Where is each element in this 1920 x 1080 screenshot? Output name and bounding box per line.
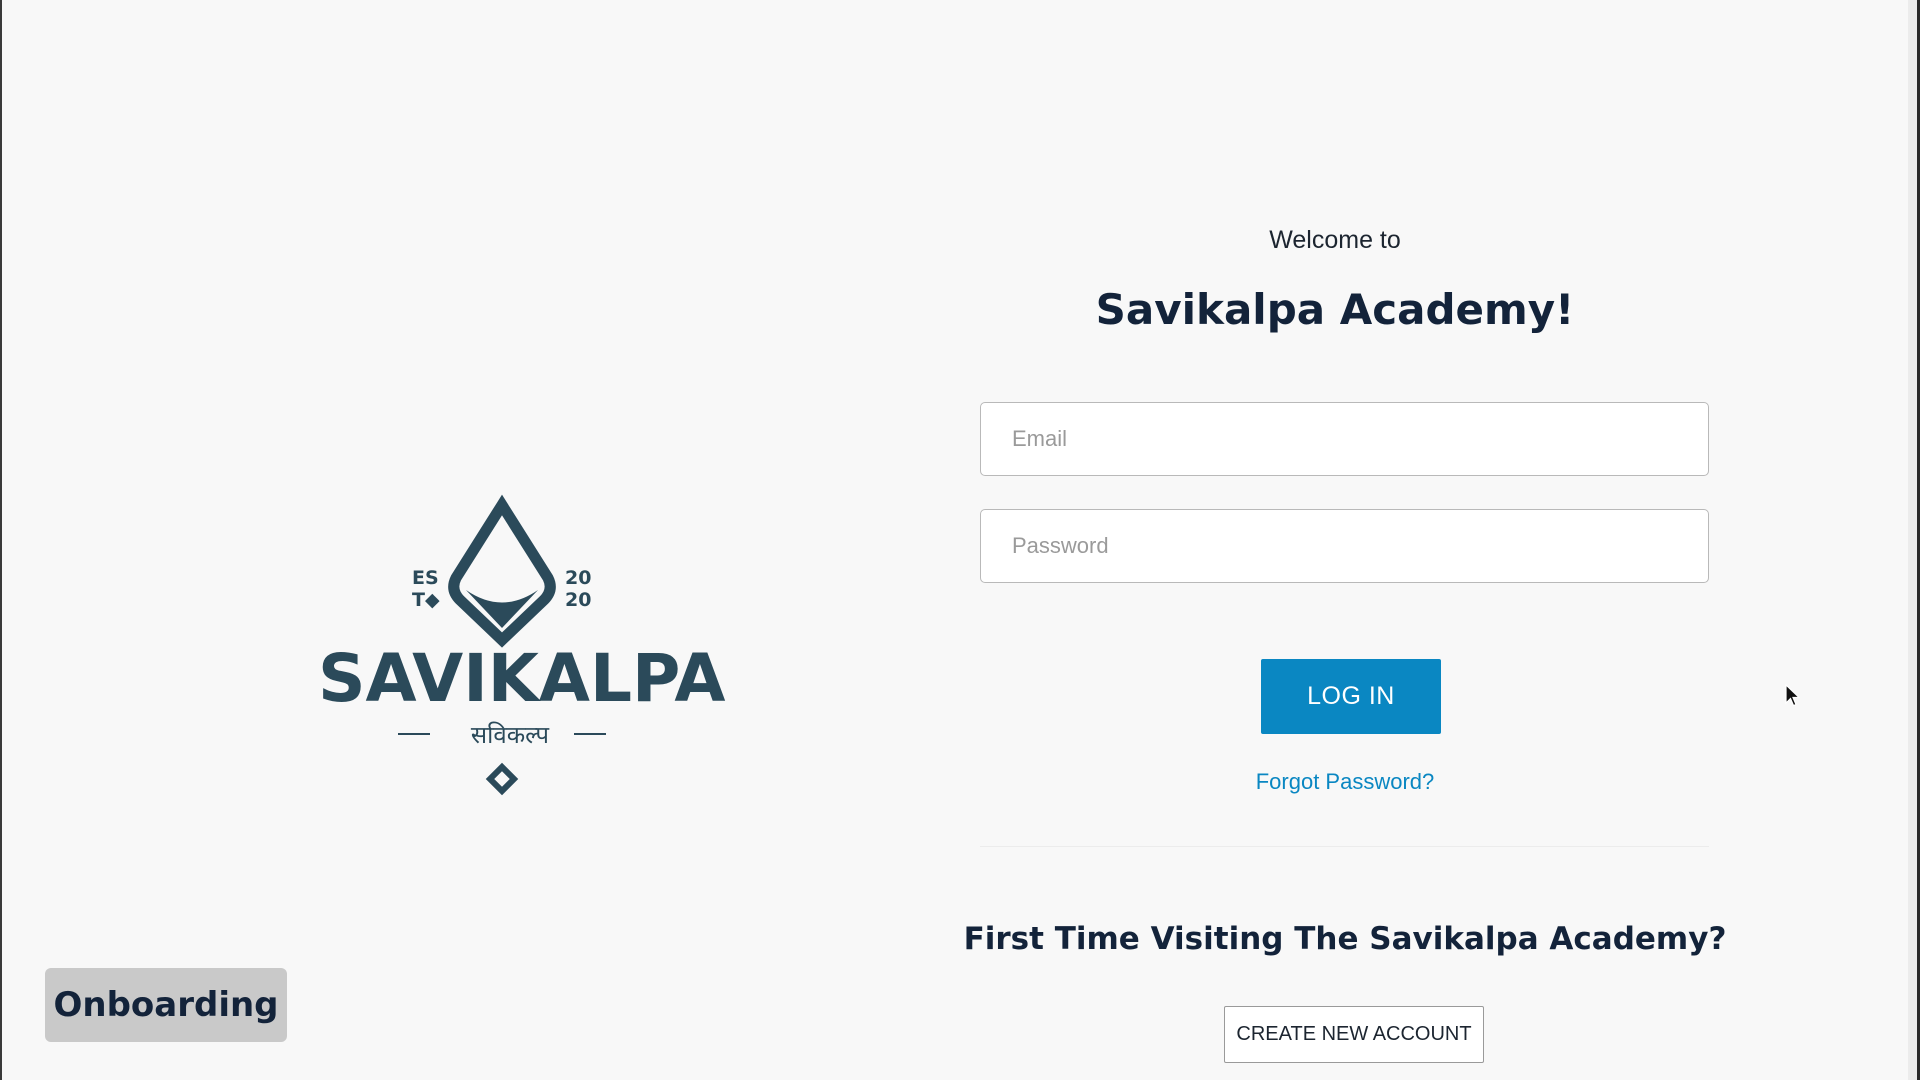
email-field[interactable] bbox=[980, 402, 1709, 476]
page-title: Savikalpa Academy! bbox=[1095, 285, 1575, 334]
login-page: ES T◆ 20 20 SAVIKALPA सविकल्प Welcome to… bbox=[0, 0, 1920, 1080]
password-field[interactable] bbox=[980, 509, 1709, 583]
create-account-button[interactable]: CREATE NEW ACCOUNT bbox=[1224, 1006, 1484, 1063]
logo-est-left-bottom: T◆ bbox=[412, 589, 440, 611]
logo-dash-right bbox=[574, 733, 606, 735]
logo-est-right-bottom: 20 bbox=[565, 589, 592, 611]
logo-est-left-top: ES bbox=[412, 567, 439, 589]
logo-wordmark: SAVIKALPA bbox=[318, 640, 726, 717]
logo-hindi-text: सविकल्प bbox=[470, 721, 550, 749]
onboarding-badge: Onboarding bbox=[45, 968, 287, 1042]
section-divider bbox=[980, 846, 1709, 847]
logo-est-right-top: 20 bbox=[565, 567, 592, 589]
savikalpa-logo: ES T◆ 20 20 SAVIKALPA सविकल्प bbox=[300, 490, 726, 800]
window-left-border bbox=[0, 0, 2, 1080]
signup-heading: First Time Visiting The Savikalpa Academ… bbox=[963, 921, 1727, 957]
forgot-password-link[interactable]: Forgot Password? bbox=[1200, 769, 1490, 795]
welcome-text: Welcome to bbox=[1269, 226, 1401, 254]
mouse-cursor-icon bbox=[1785, 684, 1801, 707]
login-button[interactable]: LOG IN bbox=[1261, 659, 1441, 734]
window-right-edge bbox=[1908, 0, 1917, 1080]
